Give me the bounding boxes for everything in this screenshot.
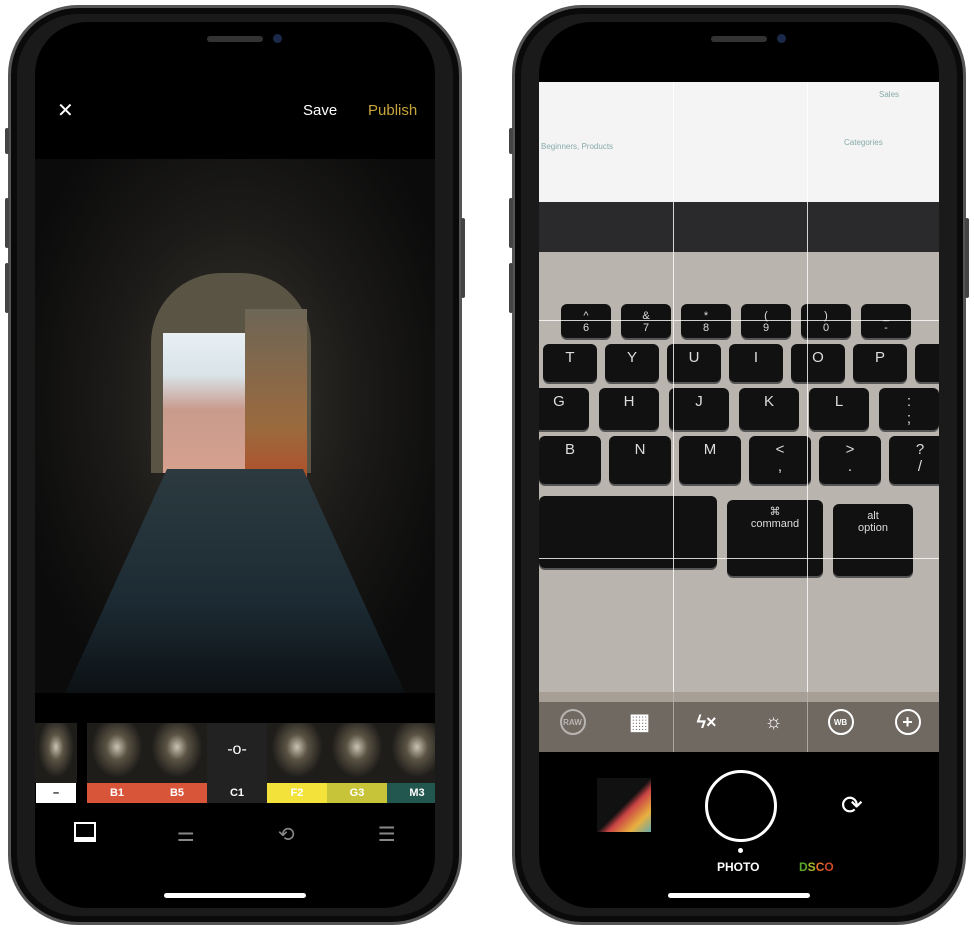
gallery-thumbnail[interactable]	[597, 778, 651, 832]
keyboard-key: ^ 6	[561, 304, 611, 338]
keyboard-key: ⌘ command	[727, 500, 823, 576]
white-balance-button[interactable]: WB	[827, 709, 854, 735]
filter-thumbnail: -o-	[207, 723, 267, 783]
keyboard-key: Y	[605, 344, 659, 382]
filter-strip[interactable]: – B1 B5 -o- C1 F2 G3 M3	[35, 723, 435, 803]
filter-thumbnail	[327, 723, 387, 783]
editor-screen: ✕ Save Publish – B1 B5 -o- C1 F2 G3 M3 ⚌ ⟲ ☰	[35, 22, 435, 908]
keyboard-key: J	[669, 388, 729, 430]
keyboard-key: H	[599, 388, 659, 430]
home-indicator	[164, 893, 306, 898]
sliders-icon[interactable]: ⚌	[171, 822, 201, 846]
keyboard-key: N	[609, 436, 671, 484]
keyboard-key: P	[853, 344, 907, 382]
keyboard-key: _ -	[861, 304, 911, 338]
keyboard-key: { [	[915, 344, 939, 382]
keyboard-key: > .	[819, 436, 881, 484]
keyboard-key: K	[739, 388, 799, 430]
keyboard-key: & 7	[621, 304, 671, 338]
filter-c1[interactable]: -o- C1	[207, 723, 267, 803]
home-indicator	[668, 893, 810, 898]
recipes-icon[interactable]: ☰	[372, 822, 402, 846]
grid-icon[interactable]: ▦	[627, 709, 653, 735]
close-icon[interactable]: ✕	[57, 98, 74, 123]
filter-thumbnail	[267, 723, 327, 783]
filter-label: B5	[147, 783, 207, 803]
keyboard-key: ? /	[889, 436, 939, 484]
filter-label: G3	[327, 783, 387, 803]
keyboard-key: ) 0	[801, 304, 851, 338]
keyboard-key: B	[539, 436, 601, 484]
flip-camera-icon[interactable]: ⟳	[841, 790, 863, 821]
keyboard-key: T	[543, 344, 597, 382]
photo-preview	[35, 159, 435, 693]
filter-label: M3	[387, 783, 435, 803]
editor-tabs: ⚌ ⟲ ☰	[35, 822, 435, 846]
filter-b1[interactable]: B1	[87, 723, 147, 803]
filter-label: F2	[267, 783, 327, 803]
plus-icon[interactable]: +	[894, 709, 921, 735]
mode-photo[interactable]: PHOTO	[717, 860, 759, 874]
filter-label: –	[36, 783, 76, 803]
keyboard-key: * 8	[681, 304, 731, 338]
keyboard-key: O	[791, 344, 845, 382]
filter-original[interactable]: –	[35, 723, 77, 803]
filter-thumbnail	[35, 723, 77, 783]
keyboard-key: I	[729, 344, 783, 382]
filter-label: C1	[207, 783, 267, 803]
keyboard-key: ( 9	[741, 304, 791, 338]
camera-screen: Sales Categories Beginners, Products ^ 6 & …	[539, 22, 939, 908]
filter-thumbnail	[87, 723, 147, 783]
flash-off-icon[interactable]: ϟ×	[694, 709, 720, 735]
keyboard-key: : ;	[879, 388, 939, 430]
image-icon[interactable]	[70, 822, 100, 846]
keyboard-key: alt option	[833, 504, 913, 576]
mode-dsco[interactable]: DSCO	[799, 860, 834, 874]
phone-camera: Sales Categories Beginners, Products ^ 6 & …	[509, 5, 969, 925]
keyboard-key: U	[667, 344, 721, 382]
filter-label: B1	[87, 783, 147, 803]
raw-button[interactable]: RAW	[559, 709, 586, 735]
history-icon[interactable]: ⟲	[271, 822, 301, 846]
filter-thumbnail	[147, 723, 207, 783]
keyboard-key: L	[809, 388, 869, 430]
save-button[interactable]: Save	[303, 102, 337, 119]
phone-editor: ✕ Save Publish – B1 B5 -o- C1 F2 G3 M3 ⚌ ⟲ ☰	[5, 5, 465, 925]
filter-b5[interactable]: B5	[147, 723, 207, 803]
keyboard-key: M	[679, 436, 741, 484]
camera-controls: RAW ▦ ϟ× ☼ WB +	[539, 692, 939, 752]
filter-f2[interactable]: F2	[267, 723, 327, 803]
exposure-icon[interactable]: ☼	[761, 709, 787, 735]
filter-thumbnail	[387, 723, 435, 783]
publish-button[interactable]: Publish	[368, 102, 417, 119]
filter-m3[interactable]: M3	[387, 723, 435, 803]
keyboard-key: G	[539, 388, 589, 430]
keyboard-key: < ,	[749, 436, 811, 484]
filter-g3[interactable]: G3	[327, 723, 387, 803]
shutter-button[interactable]	[705, 770, 777, 842]
